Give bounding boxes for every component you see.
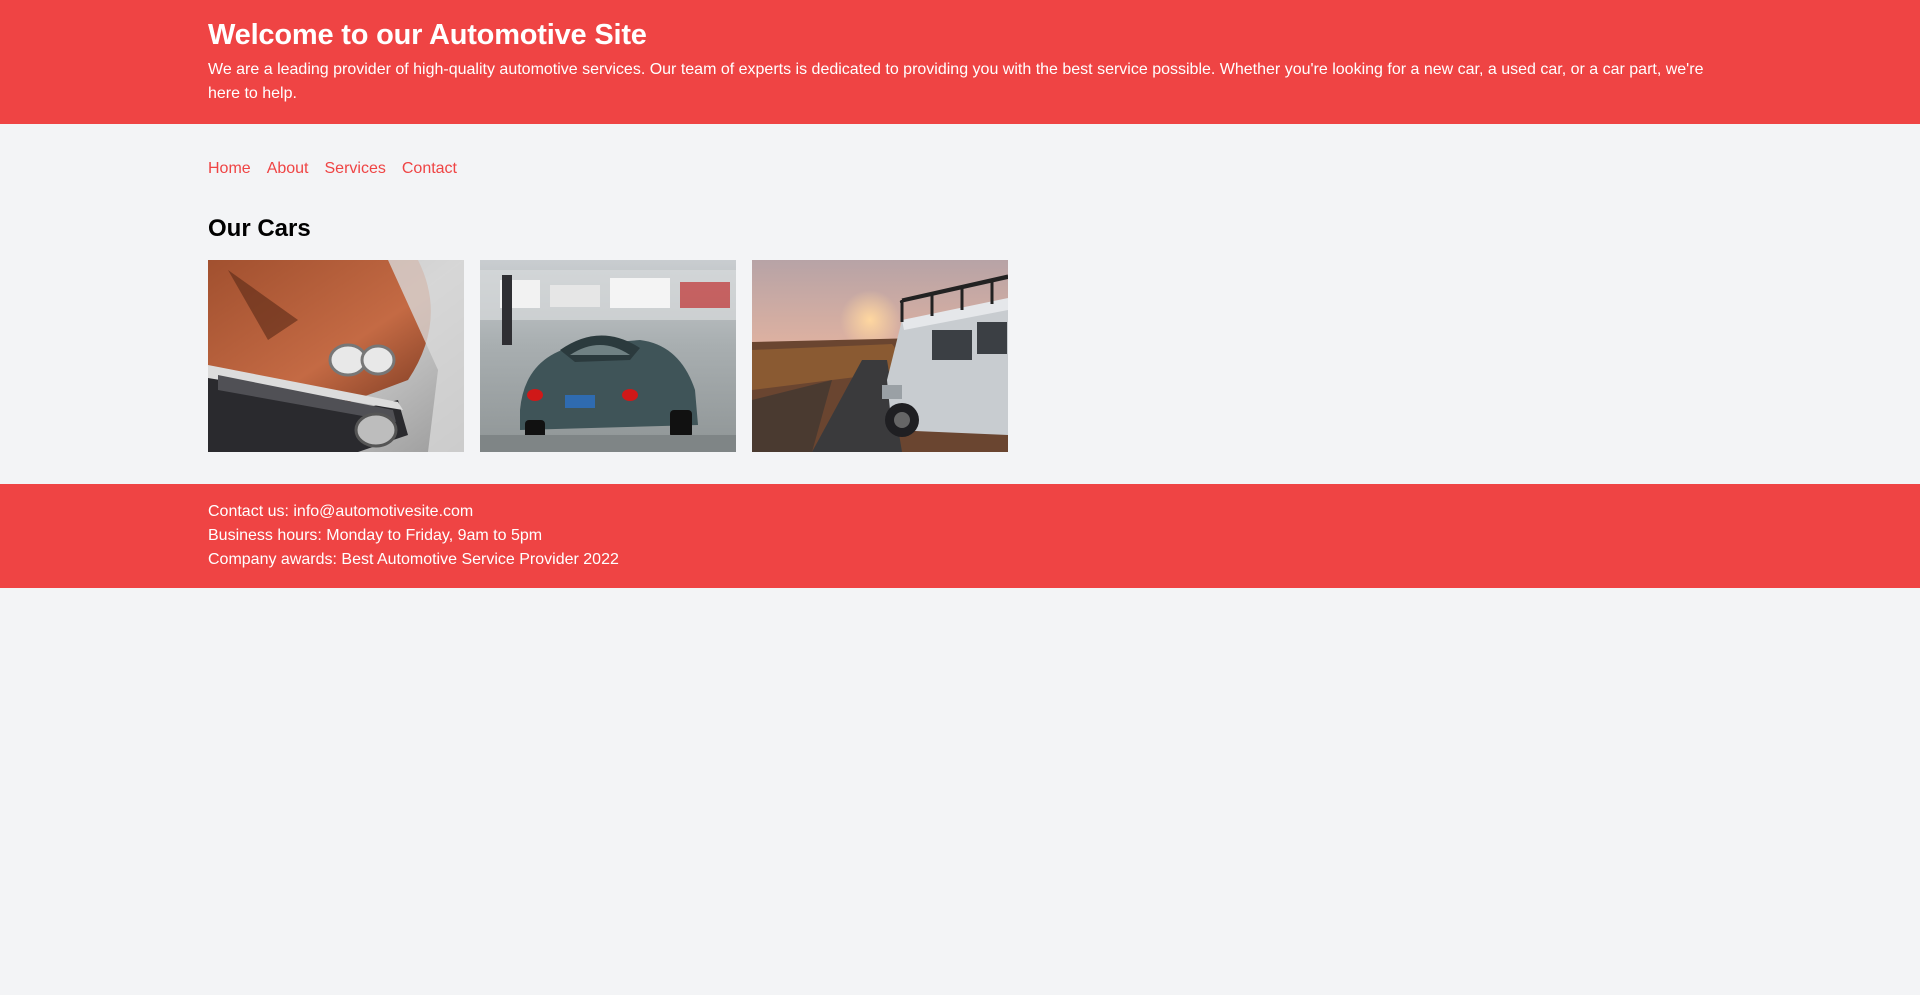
car-image-rusty-classic <box>208 260 464 452</box>
site-title: Welcome to our Automotive Site <box>208 19 647 51</box>
footer-content: Contact us: info@automotivesite.com Busi… <box>208 500 1712 572</box>
footer-awards: Company awards: Best Automotive Service … <box>208 551 619 568</box>
site-footer: Contact us: info@automotivesite.com Busi… <box>0 484 1920 588</box>
site-header: Welcome to our Automotive Site We are a … <box>0 0 1920 124</box>
car-gallery <box>208 260 1008 452</box>
nav-link-contact[interactable]: Contact <box>402 157 457 181</box>
our-cars-heading: Our Cars <box>208 215 311 242</box>
nav-link-services[interactable]: Services <box>325 157 386 181</box>
site-intro: We are a leading provider of high-qualit… <box>208 61 1704 102</box>
car-image-vintage-sports-car <box>480 260 736 452</box>
nav-link-about[interactable]: About <box>267 157 309 181</box>
header-content: Welcome to our Automotive Site We are a … <box>208 17 1712 106</box>
main-nav: Home About Services Contact <box>208 157 457 181</box>
nav-link-home[interactable]: Home <box>208 157 251 181</box>
footer-contact: Contact us: info@automotivesite.com <box>208 503 474 520</box>
footer-hours: Business hours: Monday to Friday, 9am to… <box>208 527 543 544</box>
car-image-offroad-suv <box>752 260 1008 452</box>
